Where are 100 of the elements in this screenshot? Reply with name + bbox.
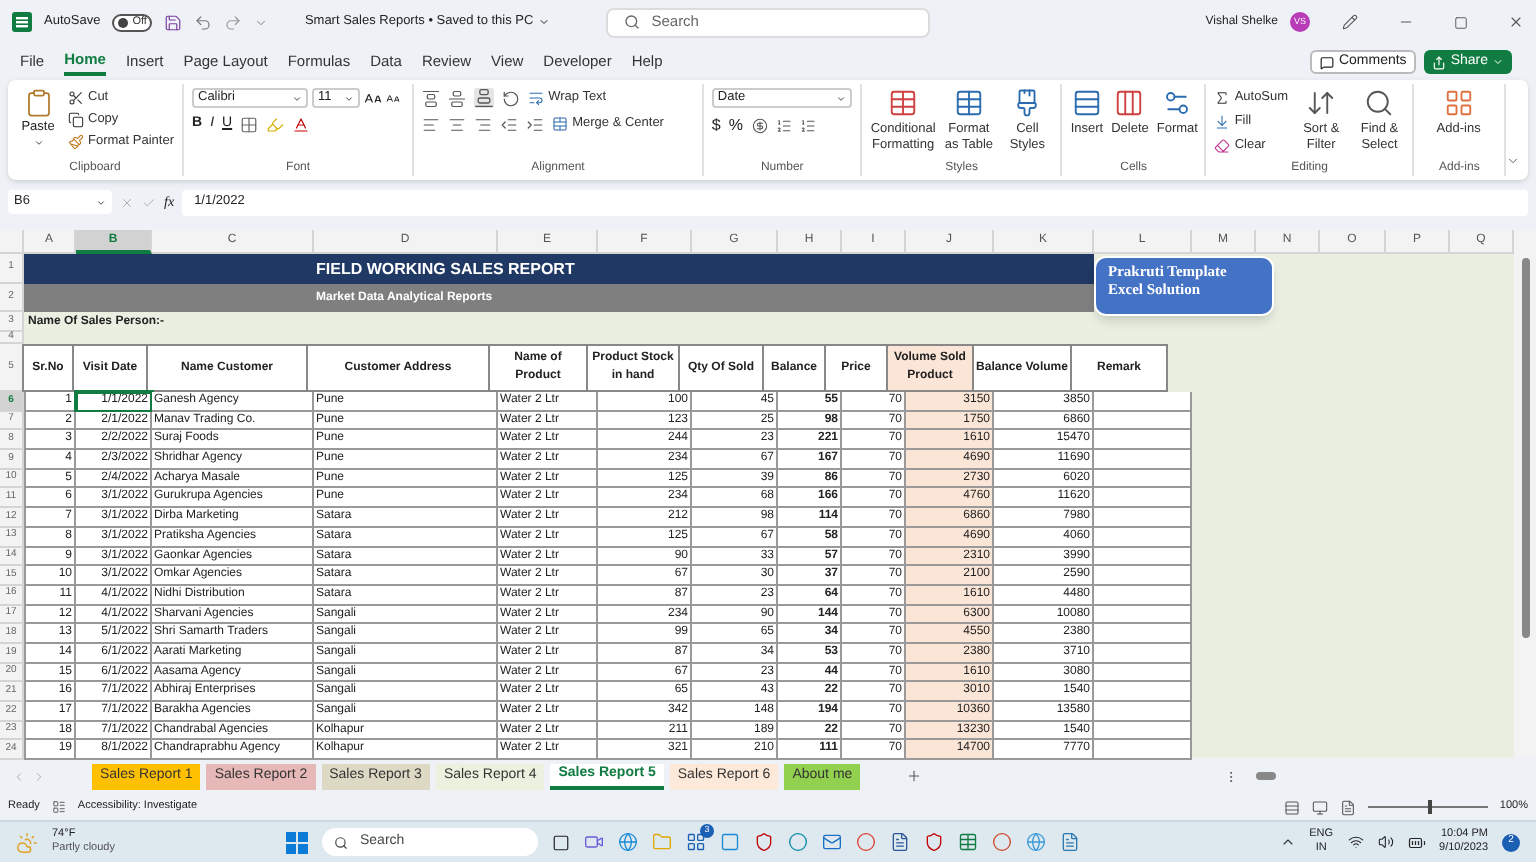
grid-icon [1443,88,1474,118]
sort-icon [1306,88,1337,118]
caret-icon[interactable] [96,197,106,207]
table-cell [1094,566,1192,586]
table-cell [1094,488,1192,509]
currency-button[interactable]: $ [711,114,721,138]
align-top-icon[interactable] [422,89,441,107]
table-cell [1094,624,1192,644]
table-cell [1094,721,1192,741]
start-icon[interactable] [286,831,308,853]
caret-icon[interactable] [344,93,354,103]
orientation-icon[interactable] [502,89,521,107]
caret-icon[interactable] [835,93,846,103]
task-view-icon[interactable] [552,833,570,851]
speaker-icon[interactable] [1377,834,1394,850]
shield-icon[interactable] [924,832,944,852]
redo-icon[interactable] [224,13,243,31]
percent-button[interactable]: % [728,114,743,138]
grow-font-icon[interactable] [364,89,382,107]
zoom-slider[interactable] [1367,800,1488,814]
scissors-icon [68,90,84,106]
collapse-ribbon-icon[interactable] [1506,154,1520,168]
store-icon[interactable] [686,832,706,852]
shrink-font-icon[interactable] [386,91,400,105]
save-icon[interactable] [164,13,183,31]
show-hidden-icons-icon[interactable] [1279,834,1296,850]
decrease-indent-icon[interactable] [500,115,519,133]
search-icon [1364,88,1395,118]
weather-icon [16,831,38,853]
table-icon [953,88,984,118]
caret-icon[interactable] [1492,56,1504,68]
align-bottom-icon[interactable] [474,88,495,108]
table-cell [1094,585,1192,606]
new-sheet-icon[interactable] [906,768,923,784]
caret-icon[interactable] [537,16,550,28]
table-cell [1094,450,1192,470]
rows-icon [1071,88,1102,118]
table-cell [1094,663,1192,683]
search-icon [623,14,640,30]
table-cell [1094,643,1192,664]
share-icon [1432,55,1447,69]
clipboard-icon [23,88,53,118]
table-cell [1094,702,1192,722]
customize-icon[interactable] [254,15,269,29]
table-cell [1094,527,1192,547]
shield-icon[interactable] [754,832,774,852]
document-app-icon[interactable] [890,832,910,852]
table-cell [1094,392,1192,412]
align-middle-icon[interactable] [448,89,467,107]
browser-icon[interactable] [618,832,638,852]
table-cell [1094,547,1192,567]
merge-cells-icon [552,116,569,132]
battery-icon[interactable] [1407,833,1426,851]
align-left-icon[interactable] [422,115,441,133]
table-cell [1094,508,1192,528]
wifi-icon[interactable] [1347,834,1364,850]
table-cell [1094,430,1192,451]
columns-icon [1114,88,1145,118]
eraser-icon [1214,138,1231,154]
normal-view-icon[interactable] [1283,799,1300,815]
sigma-icon [1214,90,1231,106]
table-cell [1094,411,1192,431]
wrap-text-icon [528,90,545,106]
mail-icon[interactable] [822,832,842,852]
comment-icon [1320,55,1335,69]
arrow-down-icon [1214,114,1231,130]
undo-icon[interactable] [194,13,213,31]
caret-icon[interactable] [33,137,43,148]
borders-icon[interactable] [240,115,259,134]
copy-icon [68,112,84,128]
table-cell [1094,469,1192,489]
search-icon [334,835,348,849]
zoom-thumb[interactable] [1427,800,1432,814]
tile-icon[interactable] [720,832,740,852]
chat-icon[interactable] [584,832,604,852]
report-title: FIELD WORKING SALES REPORT [316,257,575,281]
table-cell [1094,605,1192,625]
align-center-icon[interactable] [448,115,467,133]
align-right-icon[interactable] [474,115,493,133]
vertical-scrollbar[interactable] [1514,230,1536,758]
notepad-icon[interactable] [1060,832,1080,852]
globe-icon[interactable] [1026,832,1046,852]
page-break-icon[interactable] [1339,799,1356,815]
table-cell [1094,682,1192,702]
font-color-icon[interactable] [292,115,311,134]
paintbrush-icon [1012,88,1043,118]
caret-icon[interactable] [292,93,302,103]
restore-icon[interactable] [1454,15,1468,29]
page-layout-icon[interactable] [1311,799,1328,815]
pen-icon[interactable] [1342,14,1358,30]
spreadsheet-app-icon[interactable] [958,832,978,852]
circle-app-icon[interactable] [788,832,808,852]
macro-icon[interactable] [51,800,66,814]
increase-indent-icon[interactable] [526,115,545,133]
fill-color-icon[interactable] [266,115,285,134]
table-cell [1094,740,1192,761]
close-icon[interactable] [1508,14,1524,30]
paintbrush-icon [68,134,84,150]
spreadsheet-app-icon [12,12,32,32]
table-icon [888,88,919,118]
